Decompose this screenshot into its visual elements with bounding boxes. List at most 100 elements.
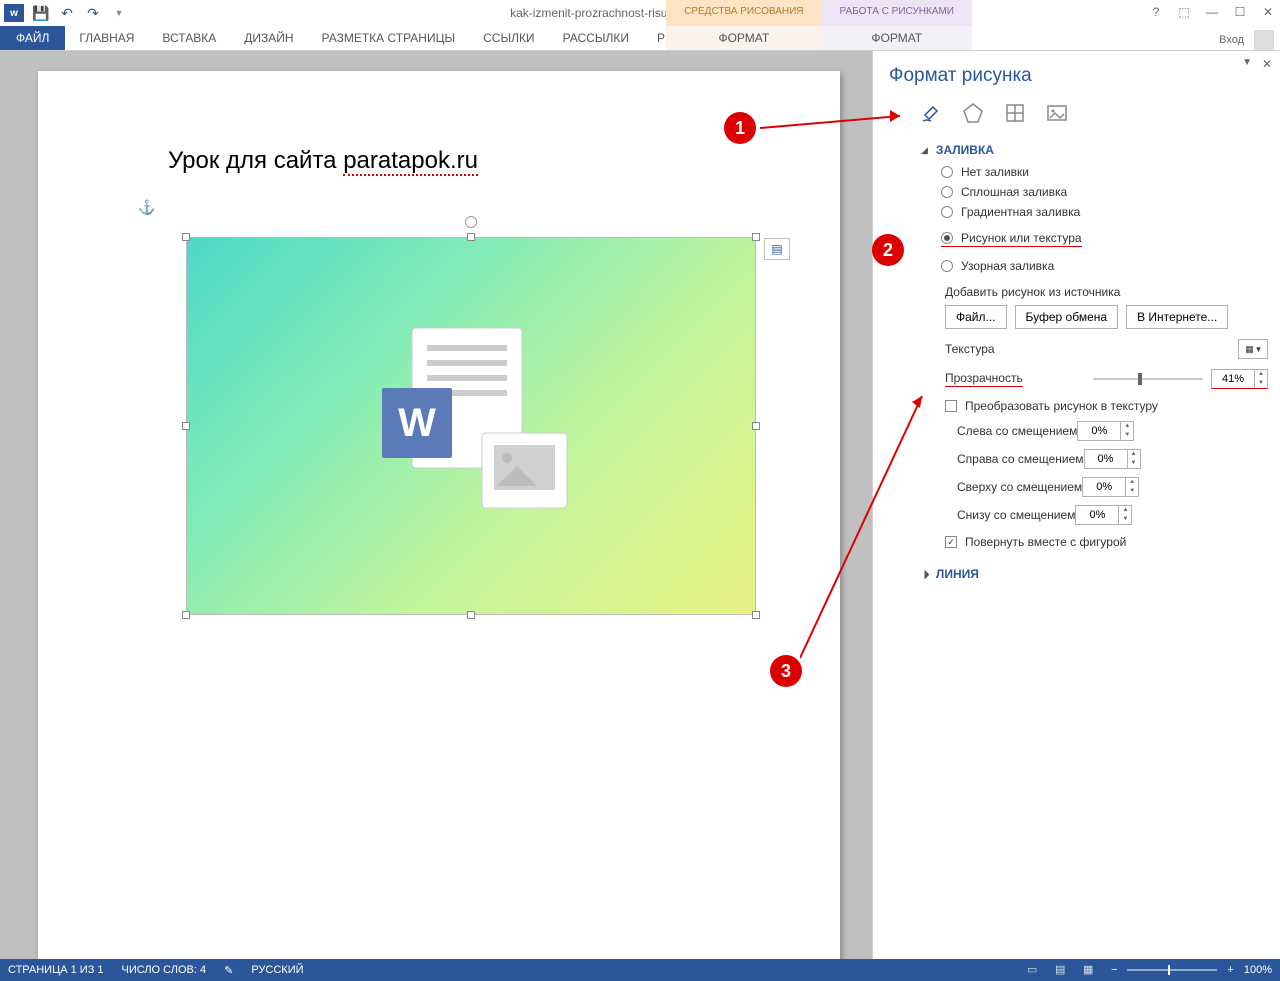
panel-category-icons bbox=[919, 101, 1268, 125]
ribbon-options-icon[interactable]: ⬚ bbox=[1176, 5, 1192, 21]
redo-icon[interactable]: ↷ bbox=[84, 4, 102, 22]
picture-icon[interactable] bbox=[1045, 101, 1069, 125]
file-button[interactable]: Файл... bbox=[945, 305, 1007, 329]
document-area: Урок для сайта paratapok.ru ⚓ ▤ bbox=[0, 51, 872, 959]
texture-row: Текстура ▦ ▾ bbox=[945, 339, 1268, 359]
effects-icon[interactable] bbox=[961, 101, 985, 125]
maximize-icon[interactable]: ☐ bbox=[1232, 5, 1248, 21]
radio-no-fill[interactable]: Нет заливки bbox=[941, 165, 1268, 179]
panel-close-icon[interactable]: ✕ bbox=[1262, 57, 1272, 71]
rotate-with-shape-label: Повернуть вместе с фигурой bbox=[965, 535, 1126, 549]
slider-thumb[interactable] bbox=[1138, 373, 1142, 385]
zoom-level[interactable]: 100% bbox=[1244, 964, 1272, 976]
titlebar: w 💾 ↶ ↷ ▼ kak-izmenit-prozrachnost-risun… bbox=[0, 0, 1280, 26]
transparency-input[interactable] bbox=[1212, 373, 1254, 385]
ribbon-tabs: ФАЙЛ ГЛАВНАЯ ВСТАВКА ДИЗАЙН РАЗМЕТКА СТР… bbox=[0, 26, 1280, 51]
offset-right-spinner[interactable]: ▲▼ bbox=[1084, 449, 1141, 469]
tile-checkbox[interactable] bbox=[945, 400, 957, 412]
panel-options-icon[interactable]: ▼ bbox=[1242, 57, 1252, 68]
resize-handle-tl[interactable] bbox=[182, 233, 190, 241]
undo-icon[interactable]: ↶ bbox=[58, 4, 76, 22]
read-mode-icon[interactable]: ▭ bbox=[1027, 963, 1045, 977]
offset-bottom-row: Снизу со смещением ▲▼ bbox=[957, 505, 1268, 525]
layout-properties-icon[interactable] bbox=[1003, 101, 1027, 125]
word-app-icon: w bbox=[4, 4, 24, 22]
selected-image[interactable]: ▤ W bbox=[186, 237, 756, 615]
resize-handle-ml[interactable] bbox=[182, 422, 190, 430]
rotate-handle[interactable] bbox=[465, 216, 477, 228]
rotate-with-shape-row[interactable]: ✓ Повернуть вместе с фигурой bbox=[945, 535, 1268, 549]
word-count[interactable]: ЧИСЛО СЛОВ: 4 bbox=[122, 964, 207, 976]
offset-left-spinner[interactable]: ▲▼ bbox=[1077, 421, 1134, 441]
layout-options-button[interactable]: ▤ bbox=[764, 238, 790, 260]
radio-gradient-fill[interactable]: Градиентная заливка bbox=[941, 205, 1268, 219]
help-icon[interactable]: ? bbox=[1148, 5, 1164, 21]
qat-customize-icon[interactable]: ▼ bbox=[110, 4, 128, 22]
status-right: ▭ ▤ ▦ − + 100% bbox=[1027, 963, 1272, 977]
login-link[interactable]: Вход bbox=[1219, 34, 1244, 46]
transparency-spinner[interactable]: ▲▼ bbox=[1211, 369, 1268, 389]
zoom-thumb[interactable] bbox=[1168, 965, 1170, 975]
tab-references[interactable]: ССЫЛКИ bbox=[469, 26, 548, 50]
online-button[interactable]: В Интернете... bbox=[1126, 305, 1228, 329]
fill-section-title: ЗАЛИВКА bbox=[936, 143, 994, 157]
transparency-label: Прозрачность bbox=[945, 371, 1023, 387]
tab-layout[interactable]: РАЗМЕТКА СТРАНИЦЫ bbox=[308, 26, 470, 50]
tab-design[interactable]: ДИЗАЙН bbox=[230, 26, 307, 50]
annotation-1: 1 bbox=[724, 112, 756, 144]
language-indicator[interactable]: РУССКИЙ bbox=[251, 964, 303, 976]
zoom-slider[interactable] bbox=[1127, 969, 1217, 971]
resize-handle-bm[interactable] bbox=[467, 611, 475, 619]
web-layout-icon[interactable]: ▦ bbox=[1083, 963, 1101, 977]
close-icon[interactable]: ✕ bbox=[1260, 5, 1276, 21]
line-section-title: ЛИНИЯ bbox=[936, 567, 979, 581]
tab-insert[interactable]: ВСТАВКА bbox=[148, 26, 230, 50]
radio-solid-fill[interactable]: Сплошная заливка bbox=[941, 185, 1268, 199]
placeholder-graphic: W bbox=[362, 328, 582, 528]
tab-mailings[interactable]: РАССЫЛКИ bbox=[549, 26, 643, 50]
save-icon[interactable]: 💾 bbox=[32, 4, 50, 22]
context-tabs: СРЕДСТВА РИСОВАНИЯ ФОРМАТ РАБОТА С РИСУН… bbox=[666, 0, 972, 51]
clipboard-button[interactable]: Буфер обмена bbox=[1015, 305, 1119, 329]
spinner-up-icon[interactable]: ▲ bbox=[1255, 370, 1267, 379]
offset-top-spinner[interactable]: ▲▼ bbox=[1082, 477, 1139, 497]
page-indicator[interactable]: СТРАНИЦА 1 ИЗ 1 bbox=[8, 964, 104, 976]
transparency-slider[interactable] bbox=[1093, 378, 1203, 380]
resize-handle-mr[interactable] bbox=[752, 422, 760, 430]
line-section-header[interactable]: ◢ ЛИНИЯ bbox=[921, 567, 1268, 581]
main-area: Урок для сайта paratapok.ru ⚓ ▤ bbox=[0, 51, 1280, 959]
avatar-icon[interactable] bbox=[1254, 30, 1274, 50]
page: Урок для сайта paratapok.ru ⚓ ▤ bbox=[38, 71, 840, 971]
resize-handle-br[interactable] bbox=[752, 611, 760, 619]
fill-line-icon[interactable] bbox=[919, 101, 943, 125]
anchor-icon[interactable]: ⚓ bbox=[138, 199, 155, 216]
quick-access-toolbar: 💾 ↶ ↷ ▼ bbox=[32, 4, 128, 22]
window-controls: ? ⬚ — ☐ ✕ bbox=[1148, 5, 1276, 21]
proofing-icon[interactable]: ✎ bbox=[224, 964, 233, 977]
resize-handle-tr[interactable] bbox=[752, 233, 760, 241]
context-pictures-format-tab[interactable]: ФОРМАТ bbox=[822, 26, 972, 51]
rotate-with-shape-checkbox[interactable]: ✓ bbox=[945, 536, 957, 548]
transparency-row: Прозрачность ▲▼ bbox=[945, 369, 1268, 389]
tab-file[interactable]: ФАЙЛ bbox=[0, 26, 65, 50]
offset-right-label: Справа со смещением bbox=[957, 452, 1084, 466]
minimize-icon[interactable]: — bbox=[1204, 5, 1220, 21]
fill-section-header[interactable]: ◢ ЗАЛИВКА bbox=[921, 143, 1268, 157]
context-pictures-header: РАБОТА С РИСУНКАМИ bbox=[822, 0, 972, 26]
print-layout-icon[interactable]: ▤ bbox=[1055, 963, 1073, 977]
texture-picker-button[interactable]: ▦ ▾ bbox=[1238, 339, 1268, 359]
radio-pattern-fill[interactable]: Узорная заливка bbox=[941, 259, 1268, 273]
tab-home[interactable]: ГЛАВНАЯ bbox=[65, 26, 148, 50]
radio-picture-fill[interactable]: Рисунок или текстура bbox=[941, 231, 1082, 247]
context-drawing-format-tab[interactable]: ФОРМАТ bbox=[666, 26, 821, 51]
spinner-down-icon[interactable]: ▼ bbox=[1255, 379, 1267, 388]
add-picture-label: Добавить рисунок из источника bbox=[945, 285, 1268, 299]
zoom-out-icon[interactable]: − bbox=[1111, 964, 1117, 976]
resize-handle-tm[interactable] bbox=[467, 233, 475, 241]
tile-checkbox-row[interactable]: Преобразовать рисунок в текстуру bbox=[945, 399, 1268, 413]
offset-left-label: Слева со смещением bbox=[957, 424, 1077, 438]
panel-title: Формат рисунка bbox=[889, 65, 1268, 87]
offset-bottom-spinner[interactable]: ▲▼ bbox=[1075, 505, 1132, 525]
resize-handle-bl[interactable] bbox=[182, 611, 190, 619]
zoom-in-icon[interactable]: + bbox=[1227, 964, 1233, 976]
